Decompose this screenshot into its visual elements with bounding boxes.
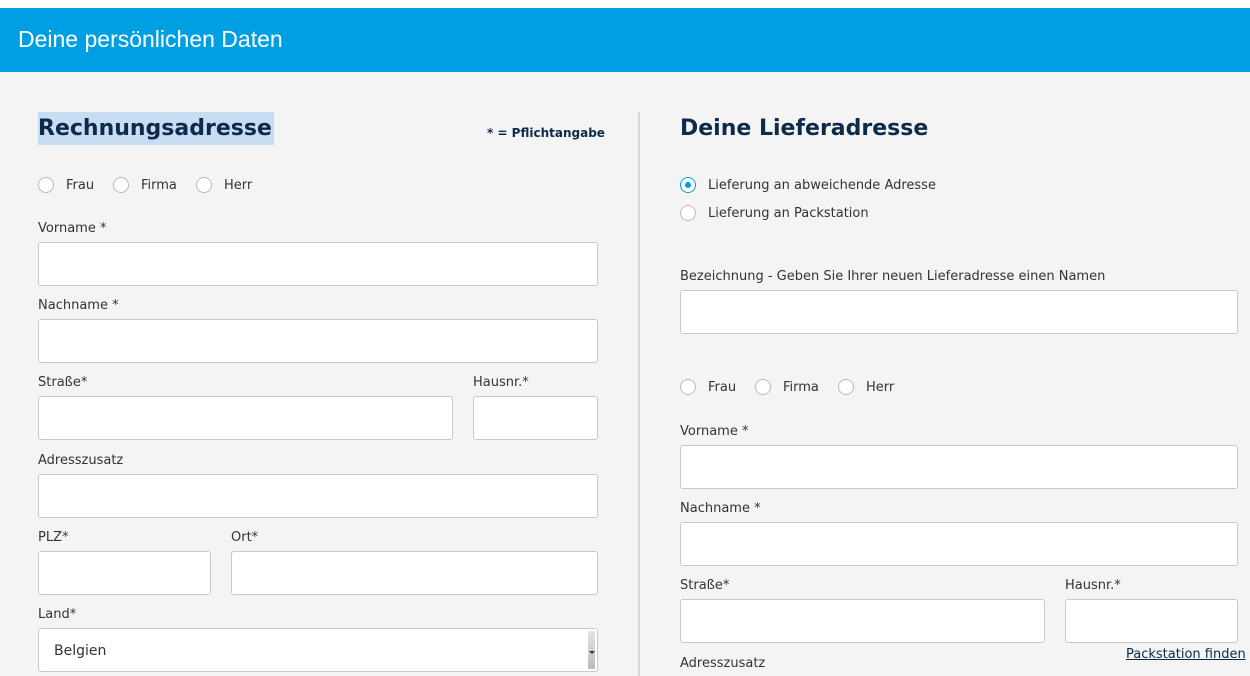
delivery-option-label-different-address: Lieferung an abweichende Adresse [708, 178, 936, 193]
billing-firstname-input[interactable] [38, 242, 598, 286]
billing-country-value: Belgien [54, 643, 107, 659]
billing-country-label: Land* [38, 607, 77, 622]
billing-radio-herr[interactable] [196, 177, 212, 193]
billing-street-label: Straße* [38, 375, 88, 390]
billing-radio-label-firma: Firma [141, 178, 177, 193]
billing-radio-label-frau: Frau [66, 178, 95, 193]
delivery-radio-label-firma: Firma [783, 380, 819, 395]
billing-housenr-label: Hausnr.* [473, 375, 529, 390]
delivery-option-label-packstation: Lieferung an Packstation [708, 206, 869, 221]
billing-addition-label: Adresszusatz [38, 453, 124, 468]
delivery-lastname-input[interactable] [680, 522, 1238, 566]
delivery-title: Deine Lieferadresse [680, 116, 929, 141]
delivery-housenr-input[interactable] [1065, 599, 1238, 643]
billing-firstname-label: Vorname * [38, 221, 107, 236]
billing-lastname-input[interactable] [38, 319, 598, 363]
delivery-firstname-input[interactable] [680, 445, 1238, 489]
page-header: Deine persönlichen Daten [0, 8, 1250, 72]
delivery-radio-label-herr: Herr [866, 380, 895, 395]
delivery-lastname-label: Nachname * [680, 501, 761, 516]
delivery-addition-label: Adresszusatz [680, 656, 766, 671]
delivery-radio-firma[interactable] [755, 379, 771, 395]
top-strip [0, 0, 1250, 8]
billing-zip-label: PLZ* [38, 530, 69, 545]
delivery-radio-different-address[interactable] [680, 177, 696, 193]
delivery-firstname-label: Vorname * [680, 424, 749, 439]
delivery-radio-packstation[interactable] [680, 205, 696, 221]
billing-radio-firma[interactable] [113, 177, 129, 193]
delivery-housenr-label: Hausnr.* [1065, 578, 1121, 593]
page-title: Deine persönlichen Daten [18, 26, 283, 52]
delivery-street-input[interactable] [680, 599, 1045, 643]
billing-title: Rechnungsadresse [38, 112, 274, 145]
column-divider [638, 112, 640, 676]
delivery-street-label: Straße* [680, 578, 730, 593]
delivery-radio-label-frau: Frau [708, 380, 737, 395]
billing-addition-input[interactable] [38, 474, 598, 518]
billing-housenr-input[interactable] [473, 396, 598, 440]
billing-street-input[interactable] [38, 396, 453, 440]
billing-city-label: Ort* [231, 530, 259, 545]
billing-radio-frau[interactable] [38, 177, 54, 193]
billing-lastname-label: Nachname * [38, 298, 119, 313]
delivery-name-label: Bezeichnung - Geben Sie Ihrer neuen Lief… [680, 269, 1106, 284]
packstation-find-link[interactable]: Packstation finden [1126, 647, 1246, 662]
billing-radio-label-herr: Herr [224, 178, 253, 193]
billing-city-input[interactable] [231, 551, 598, 595]
required-note: * = Pflichtangabe [487, 126, 605, 140]
select-arrow-icon [588, 631, 595, 669]
billing-country-select[interactable]: Belgien [38, 628, 598, 672]
delivery-name-input[interactable] [680, 290, 1238, 334]
delivery-radio-herr[interactable] [838, 379, 854, 395]
delivery-radio-frau[interactable] [680, 379, 696, 395]
billing-zip-input[interactable] [38, 551, 211, 595]
